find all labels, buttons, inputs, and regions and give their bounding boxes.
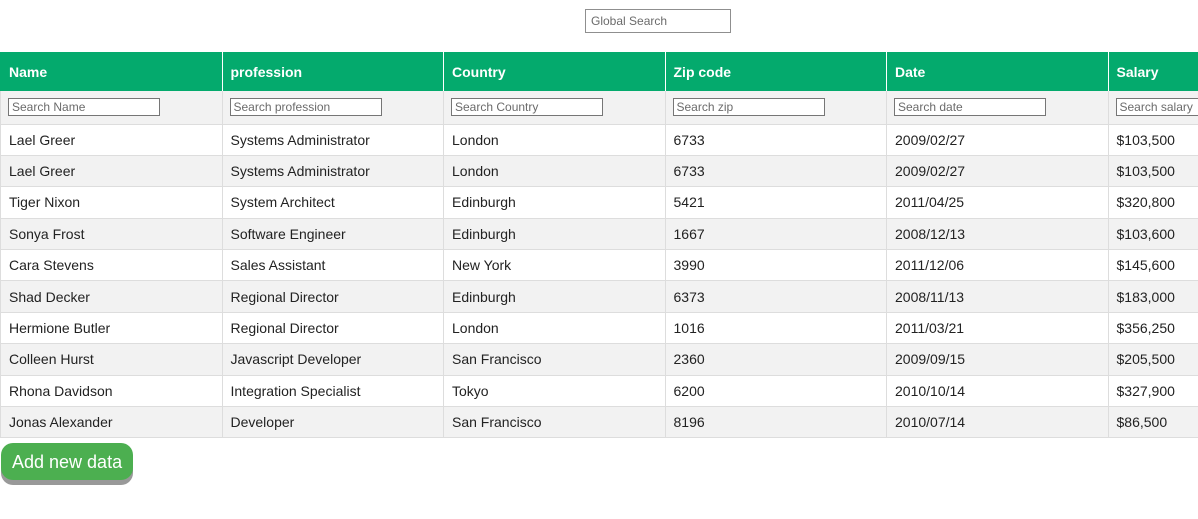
table-row[interactable]: Tiger Nixon System Architect Edinburgh 5421… (0, 186, 1198, 219)
cell-date: 2010/07/14 (886, 406, 1108, 439)
cell-zip-code: 6200 (664, 375, 887, 408)
cell-profession: Systems Administrator (221, 155, 444, 188)
cell-zip-code: 3990 (664, 249, 887, 282)
cell-profession: Regional Director (221, 280, 444, 313)
table-row[interactable]: Colleen Hurst Javascript Developer San Fra… (0, 343, 1198, 376)
table-row[interactable]: Jonas Alexander Developer San Francisco 819… (0, 406, 1198, 439)
cell-date: 2008/11/13 (886, 280, 1108, 313)
global-search-container (585, 9, 731, 33)
filter-cell-zip (664, 91, 887, 125)
cell-zip-code: 6373 (664, 280, 887, 313)
cell-profession: System Architect (221, 186, 444, 219)
cell-profession: Software Engineer (221, 218, 444, 251)
column-header-profession[interactable]: profession (221, 52, 444, 91)
table-row[interactable]: Rhona Davidson Integration Specialist Toky… (0, 375, 1198, 408)
cell-name: Tiger Nixon (0, 186, 222, 219)
cell-salary: $103,600 (1107, 218, 1198, 251)
cell-country: London (443, 155, 665, 188)
cell-name: Lael Greer (0, 155, 222, 188)
cell-name: Hermione Butler (0, 312, 222, 345)
cell-salary: $356,250 (1107, 312, 1198, 345)
search-date-input[interactable] (894, 98, 1046, 117)
search-zip-input[interactable] (672, 98, 825, 117)
cell-date: 2009/02/27 (886, 155, 1108, 188)
cell-profession: Integration Specialist (221, 375, 444, 408)
cell-zip-code: 2360 (664, 343, 887, 376)
cell-country: New York (443, 249, 665, 282)
filter-cell-country (443, 91, 665, 125)
cell-zip-code: 5421 (664, 186, 887, 219)
global-search-input[interactable] (585, 9, 731, 33)
filter-cell-salary (1107, 91, 1198, 125)
filter-cell-profession (221, 91, 444, 125)
cell-date: 2011/12/06 (886, 249, 1108, 282)
table-header-row: Name profession Country Zip code Date Sa… (0, 52, 1198, 91)
cell-salary: $103,500 (1107, 124, 1198, 156)
cell-salary: $205,500 (1107, 343, 1198, 376)
cell-salary: $327,900 (1107, 375, 1198, 408)
column-header-zip-code[interactable]: Zip code (664, 52, 887, 91)
search-name-input[interactable] (8, 98, 160, 117)
cell-date: 2010/10/14 (886, 375, 1108, 408)
cell-zip-code: 1016 (664, 312, 887, 345)
cell-country: London (443, 312, 665, 345)
cell-country: Edinburgh (443, 218, 665, 251)
table-row[interactable]: Lael Greer Systems Administrator London 673… (0, 155, 1198, 188)
cell-salary: $183,000 (1107, 280, 1198, 313)
cell-name: Shad Decker (0, 280, 222, 313)
cell-country: Tokyo (443, 375, 665, 408)
table-row[interactable]: Hermione Butler Regional Director London 10… (0, 312, 1198, 345)
cell-date: 2011/03/21 (886, 312, 1108, 345)
cell-zip-code: 8196 (664, 406, 887, 439)
table-row[interactable]: Lael Greer Systems Administrator London 673… (0, 124, 1198, 156)
cell-date: 2011/04/25 (886, 186, 1108, 219)
table-body: Lael Greer Systems Administrator London 673… (0, 124, 1198, 439)
cell-salary: $103,500 (1107, 155, 1198, 188)
cell-country: London (443, 124, 665, 156)
cell-date: 2009/02/27 (886, 124, 1108, 156)
cell-country: Edinburgh (443, 280, 665, 313)
cell-name: Cara Stevens (0, 249, 222, 282)
cell-name: Sonya Frost (0, 218, 222, 251)
search-profession-input[interactable] (229, 98, 382, 117)
table-row[interactable]: Cara Stevens Sales Assistant New York 3990 2… (0, 249, 1198, 282)
cell-name: Lael Greer (0, 124, 222, 156)
search-country-input[interactable] (451, 98, 603, 117)
search-salary-input[interactable] (1115, 98, 1198, 117)
column-header-country[interactable]: Country (443, 52, 665, 91)
cell-salary: $145,600 (1107, 249, 1198, 282)
cell-date: 2008/12/13 (886, 218, 1108, 251)
cell-salary: $86,500 (1107, 406, 1198, 439)
column-header-date[interactable]: Date (886, 52, 1108, 91)
column-header-name[interactable]: Name (0, 52, 222, 91)
cell-country: San Francisco (443, 343, 665, 376)
table-row[interactable]: Shad Decker Regional Director Edinburgh 637… (0, 280, 1198, 313)
cell-salary: $320,800 (1107, 186, 1198, 219)
cell-date: 2009/09/15 (886, 343, 1108, 376)
cell-name: Colleen Hurst (0, 343, 222, 376)
cell-zip-code: 6733 (664, 124, 887, 156)
cell-zip-code: 6733 (664, 155, 887, 188)
cell-name: Rhona Davidson (0, 375, 222, 408)
cell-zip-code: 1667 (664, 218, 887, 251)
cell-country: Edinburgh (443, 186, 665, 219)
cell-profession: Developer (221, 406, 444, 439)
table-filter-row (0, 91, 1198, 125)
column-header-salary[interactable]: Salary (1107, 52, 1198, 91)
filter-cell-date (886, 91, 1108, 125)
cell-country: San Francisco (443, 406, 665, 439)
filter-cell-name (0, 91, 222, 125)
cell-profession: Systems Administrator (221, 124, 444, 156)
cell-name: Jonas Alexander (0, 406, 222, 439)
data-table: Name profession Country Zip code Date Sa… (0, 52, 1198, 439)
table-row[interactable]: Sonya Frost Software Engineer Edinburgh 166… (0, 218, 1198, 251)
add-new-data-button[interactable]: Add new data (1, 443, 134, 480)
data-table-container: Name profession Country Zip code Date Sa… (0, 52, 1198, 439)
cell-profession: Regional Director (221, 312, 444, 345)
cell-profession: Javascript Developer (221, 343, 444, 376)
cell-profession: Sales Assistant (221, 249, 444, 282)
